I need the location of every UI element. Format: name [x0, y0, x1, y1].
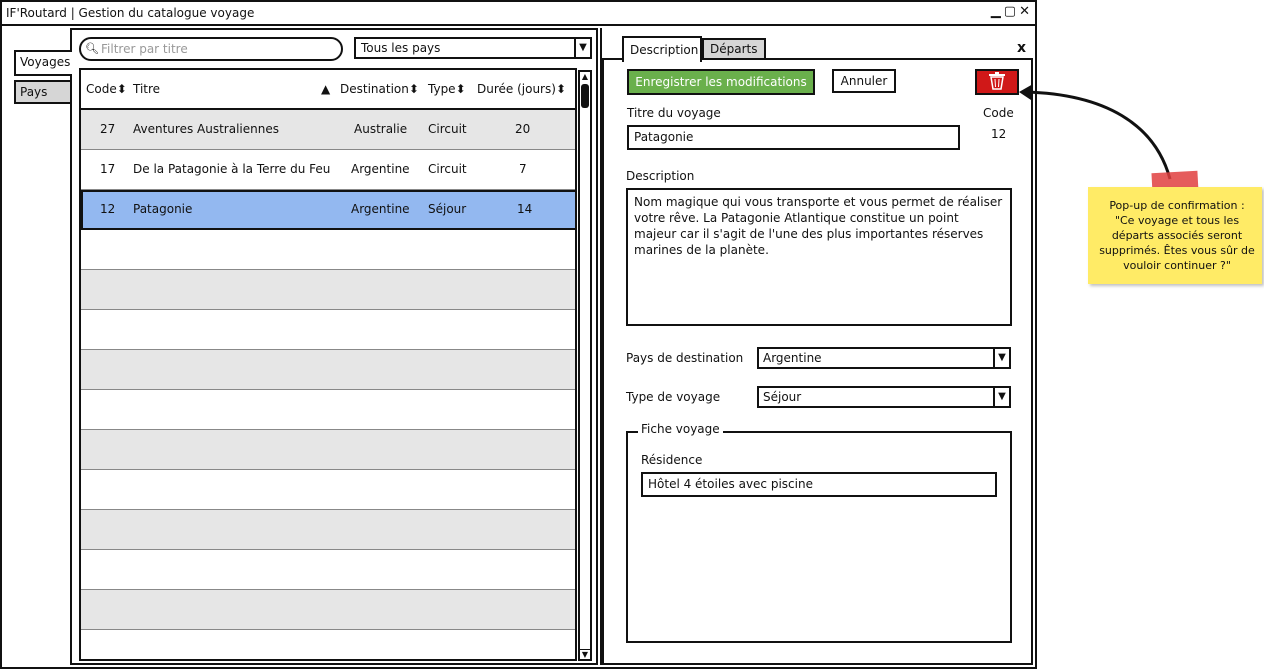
title-label: Titre du voyage	[627, 106, 721, 120]
code-label: Code	[983, 106, 1014, 120]
code-value: 12	[991, 127, 1007, 141]
cell-title: Patagonie	[133, 202, 193, 216]
residence-label: Résidence	[641, 453, 703, 467]
cancel-button[interactable]: Annuler	[832, 69, 896, 93]
window-controls: ▁ ▢ ✕	[989, 4, 1031, 19]
empty-row	[81, 390, 575, 430]
cell-duration: 14	[517, 202, 533, 216]
search-input[interactable]: 🔍︎ Filtrer par titre	[79, 37, 343, 61]
empty-row	[81, 310, 575, 350]
cell-destination: Argentine	[351, 162, 410, 176]
cell-type: Séjour	[428, 202, 467, 216]
country-filter-select[interactable]: Tous les pays ▼	[354, 37, 592, 59]
empty-row	[81, 230, 575, 270]
empty-row	[81, 430, 575, 470]
empty-row	[81, 270, 575, 310]
cell-type: Circuit	[428, 162, 467, 176]
cell-code: 12	[100, 202, 116, 216]
empty-row	[81, 510, 575, 550]
empty-row	[81, 590, 575, 630]
voyage-list-panel: 🔍︎ Filtrer par titre Tous les pays ▼ Cod…	[70, 28, 596, 665]
scroll-up-icon[interactable]: ▲	[580, 72, 590, 82]
annotation-note: Pop-up de confirmation : "Ce voyage et t…	[1088, 187, 1262, 284]
sort-asc-icon[interactable]: ▲	[321, 82, 330, 96]
cell-title: De la Patagonie à la Terre du Feu	[133, 162, 331, 176]
cell-destination: Argentine	[351, 202, 410, 216]
close-icon[interactable]: x	[1017, 40, 1026, 56]
destination-country-label: Pays de destination	[626, 351, 744, 365]
window-title: IF'Routard | Gestion du catalogue voyage	[6, 6, 255, 20]
chevron-down-icon[interactable]: ▼	[993, 388, 1009, 406]
trip-sheet-legend: Fiche voyage	[638, 422, 723, 436]
empty-row	[81, 630, 575, 659]
title-field[interactable]: Patagonie	[627, 125, 960, 150]
destination-country-value: Argentine	[763, 351, 822, 365]
trip-type-value: Séjour	[763, 390, 802, 404]
destination-country-select[interactable]: Argentine ▼	[757, 347, 1011, 369]
trip-type-label: Type de voyage	[626, 390, 721, 404]
cell-code: 17	[100, 162, 116, 176]
table-row-selected[interactable]: 12 Patagonie Argentine Séjour 14	[81, 190, 575, 230]
save-button[interactable]: Enregistrer les modifications	[627, 69, 815, 95]
tab-description[interactable]: Description	[622, 36, 702, 62]
empty-row	[81, 550, 575, 590]
column-header-duration[interactable]: Durée (jours)⬍	[477, 82, 566, 96]
tab-pays[interactable]: Pays	[14, 80, 72, 104]
minimize-icon[interactable]: ▁	[991, 4, 1002, 19]
scroll-thumb[interactable]	[581, 84, 589, 108]
table-row[interactable]: 27 Aventures Australiennes Australie Cir…	[81, 110, 575, 150]
column-header-destination[interactable]: Destination⬍	[340, 82, 419, 96]
close-window-icon[interactable]: ✕	[1019, 4, 1031, 19]
cell-duration: 7	[519, 162, 527, 176]
cell-title: Aventures Australiennes	[133, 122, 279, 136]
tab-voyages[interactable]: Voyages	[14, 50, 72, 76]
chevron-down-icon[interactable]: ▼	[993, 349, 1009, 367]
cell-type: Circuit	[428, 122, 467, 136]
residence-field[interactable]: Hôtel 4 étoiles avec piscine	[641, 472, 997, 497]
cell-destination: Australie	[354, 122, 408, 136]
empty-row	[81, 470, 575, 510]
country-filter-value: Tous les pays	[361, 41, 441, 55]
scroll-down-icon[interactable]: ▼	[580, 649, 590, 659]
annotation-arrow	[1019, 84, 1172, 180]
trash-icon	[989, 72, 1005, 90]
maximize-icon[interactable]: ▢	[1004, 4, 1017, 19]
table-row[interactable]: 17 De la Patagonie à la Terre du Feu Arg…	[81, 150, 575, 190]
trip-type-select[interactable]: Séjour ▼	[757, 386, 1011, 408]
tab-departs[interactable]: Départs	[702, 38, 766, 60]
delete-button[interactable]	[975, 69, 1019, 95]
cell-code: 27	[100, 122, 116, 136]
search-placeholder: Filtrer par titre	[101, 42, 188, 56]
search-icon: 🔍︎	[85, 42, 99, 55]
column-header-type[interactable]: Type⬍	[428, 82, 466, 96]
cell-duration: 20	[515, 122, 531, 136]
vertical-scrollbar[interactable]: ▲ ▼	[578, 70, 592, 661]
description-field[interactable]: Nom magique qui vous transporte et vous …	[626, 188, 1012, 326]
voyage-table: Code⬍ Titre ▲ Destination⬍ Type⬍ Durée (…	[79, 68, 577, 661]
chevron-down-icon[interactable]: ▼	[574, 39, 590, 57]
table-header: Code⬍ Titre ▲ Destination⬍ Type⬍ Durée (…	[81, 70, 575, 110]
column-header-title[interactable]: Titre	[133, 82, 160, 96]
empty-row	[81, 350, 575, 390]
description-label: Description	[626, 169, 695, 183]
title-bar: IF'Routard | Gestion du catalogue voyage…	[2, 2, 1035, 26]
column-header-code[interactable]: Code⬍	[86, 82, 127, 96]
